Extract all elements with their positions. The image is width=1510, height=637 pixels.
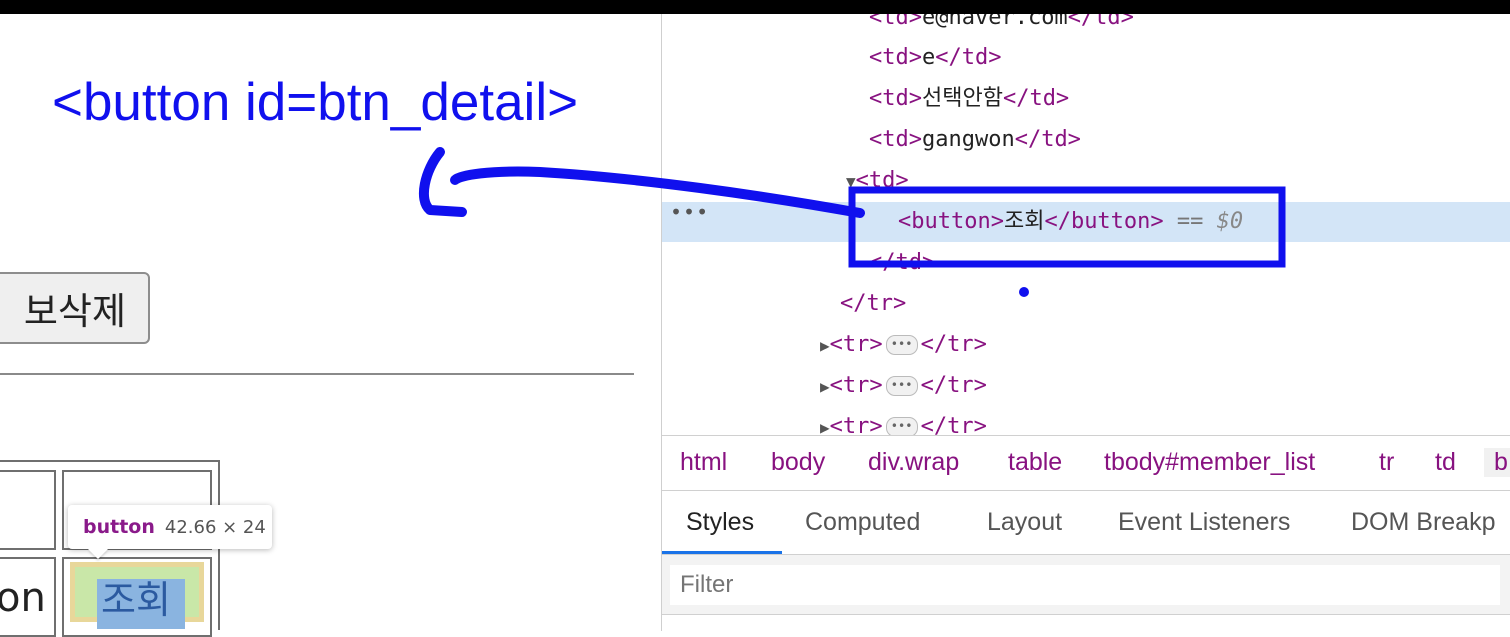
dom-text: e@naver.com [921,14,1068,30]
breadcrumb-item[interactable]: table [1008,448,1062,477]
tab-computed[interactable]: Computed [805,508,920,537]
element-inspect-tooltip: button 42.66 × 24 [68,505,272,549]
breadcrumb: html body div.wrap table tbody#member_li… [662,435,1510,491]
dom-tag-close: </tr> [920,373,987,398]
dom-node-selected[interactable]: <button>조회</button> == $0 [898,202,1243,242]
dom-tag-open: </td> [869,250,936,275]
dom-node[interactable]: ▶<tr> ••• </tr> [820,325,987,365]
collapse-triangle-icon[interactable]: ▶ [820,377,830,396]
breadcrumb-item[interactable]: html [680,448,727,477]
dom-node[interactable]: ▶<tr> ••• </tr> [820,407,987,435]
dom-text: 조회 [1003,209,1045,234]
view-detail-button-label: 조회 [101,578,171,622]
tooltip-tag: button [83,516,155,538]
collapse-triangle-icon[interactable]: ▶ [820,418,830,435]
dom-eq: == [1176,209,1204,234]
dom-node[interactable]: <td>gangwon</td> [869,120,1081,160]
breadcrumb-item[interactable]: div.wrap [868,448,959,477]
dom-tag-open: <tr> [829,414,883,435]
elements-tree[interactable]: ••• <td>e@naver.com</td> <td>e</td> <td>… [662,14,1510,435]
dom-tag-close: </tr> [920,414,987,435]
dom-tag-close: </tr> [920,332,987,357]
dom-tag-close: </button> [1044,209,1164,234]
dom-tag-open: <tr> [829,332,883,357]
tab-layout[interactable]: Layout [987,508,1062,537]
styles-pane-tabs: Styles Computed Layout Event Listeners D… [662,491,1510,555]
ellipsis-icon[interactable]: ••• [885,335,918,355]
ellipsis-icon[interactable]: ••• [885,417,918,435]
breadcrumb-item[interactable]: tbody#member_list [1104,448,1315,477]
dom-ref: $0 [1216,209,1244,234]
view-detail-button[interactable]: 조회 [70,562,204,629]
dom-node[interactable]: <td>e</td> [869,38,1001,78]
dom-text: 선택안함 [921,86,1003,111]
delete-button[interactable]: 보삭제 [0,272,150,344]
dom-tag-open: <td> [869,45,922,70]
dom-node[interactable]: <td>e@naver.com</td> [869,14,1134,38]
tooltip-dimensions: 42.66 × 24 [164,516,266,538]
filter-bar [662,555,1510,615]
table-cell [0,470,56,550]
dom-text: gangwon [921,127,1015,152]
breadcrumb-item[interactable]: tr [1379,448,1394,477]
dom-tag-open: <tr> [829,373,883,398]
dom-tag-open: <td> [869,86,922,111]
top-black-bar [0,0,1510,14]
dom-tag-close: </td> [1067,14,1134,30]
table-cell-text: on [0,575,46,621]
tab-styles[interactable]: Styles [686,508,754,537]
dom-tag-open: <td> [869,127,922,152]
breadcrumb-item-selected[interactable]: b [1484,448,1510,477]
devtools-panel: ••• <td>e@naver.com</td> <td>e</td> <td>… [661,14,1510,631]
expand-triangle-icon[interactable]: ▼ [846,172,856,191]
dom-tag-open: <td> [869,14,922,30]
breadcrumb-item[interactable]: td [1435,448,1456,477]
dom-node[interactable]: ▼<td> [846,161,909,201]
filter-input[interactable] [670,565,1500,605]
dom-tag-close: </td> [1002,86,1070,111]
collapse-triangle-icon[interactable]: ▶ [820,336,830,355]
horizontal-rule [0,373,634,375]
dom-tag-close: </td> [1014,127,1081,152]
tab-dom-breakpoints[interactable]: DOM Breakp [1351,508,1495,537]
tooltip-arrow [88,549,108,559]
dom-node[interactable]: <td>선택안함</td> [869,79,1069,119]
active-tab-indicator [662,551,782,554]
tab-event-listeners[interactable]: Event Listeners [1118,508,1290,537]
breadcrumb-item[interactable]: body [771,448,825,477]
ellipsis-icon[interactable]: ••• [885,376,918,396]
dom-node[interactable]: ▶<tr> ••• </tr> [820,366,987,406]
more-options-icon[interactable]: ••• [670,200,709,224]
dom-text: e [921,45,936,70]
dom-tag-open: <td> [855,168,909,193]
dom-node[interactable]: </tr> [840,284,906,324]
dom-tag-open: </tr> [840,291,907,316]
dom-tag-open: <button> [898,209,1004,234]
annotation-label: <button id=btn_detail> [52,73,579,132]
dom-node[interactable]: </td> [869,243,935,283]
dom-tag-close: </td> [935,45,1002,70]
